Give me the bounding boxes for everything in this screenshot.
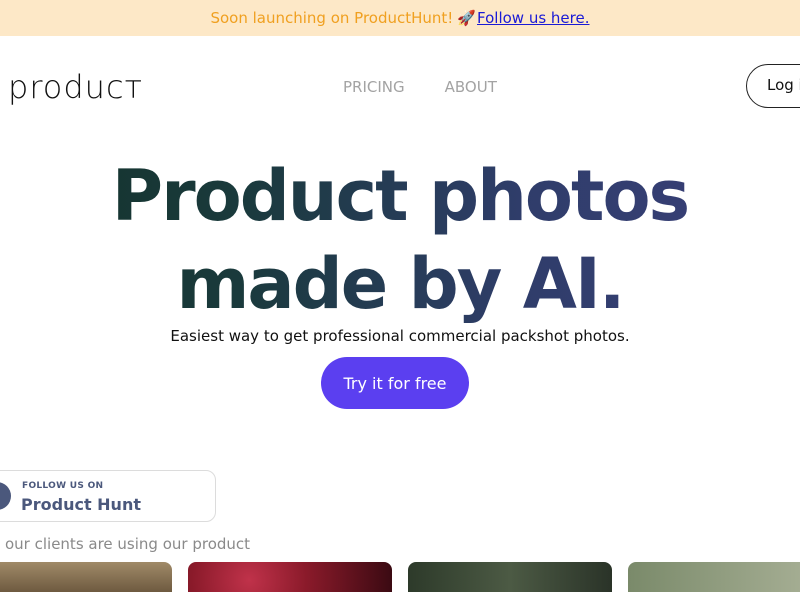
nav-about[interactable]: ABOUT (445, 78, 497, 96)
main-nav: PRICING ABOUT (343, 78, 497, 96)
product-hunt-badge[interactable]: FOLLOW US ON Product Hunt (0, 470, 216, 522)
headline-line-1: Product photos (111, 155, 689, 237)
hero-subtitle: Easiest way to get professional commerci… (170, 327, 630, 345)
headline-line-2: made by AI. (176, 243, 624, 325)
nav-pricing[interactable]: PRICING (343, 78, 405, 96)
client-photo-3 (408, 562, 612, 592)
banner-text: Soon launching on ProductHunt! (210, 9, 454, 27)
clients-caption: our clients are using our product (5, 535, 251, 553)
announcement-banner: Soon launching on ProductHunt! 🚀 Follow … (0, 0, 800, 36)
client-photo-1 (0, 562, 172, 592)
hero-headline: Product photos made by AI. (0, 152, 800, 328)
logo[interactable]: producт (8, 68, 143, 106)
rocket-icon: 🚀 (457, 9, 477, 27)
follow-link[interactable]: Follow us here. (477, 9, 589, 27)
client-photo-2 (188, 562, 392, 592)
login-button[interactable]: Log in (746, 64, 800, 108)
client-photo-4 (628, 562, 800, 592)
product-hunt-name: Product Hunt (21, 495, 141, 514)
product-hunt-icon (0, 482, 11, 510)
product-hunt-small-text: FOLLOW US ON (22, 481, 104, 491)
try-free-button[interactable]: Try it for free (321, 357, 469, 409)
